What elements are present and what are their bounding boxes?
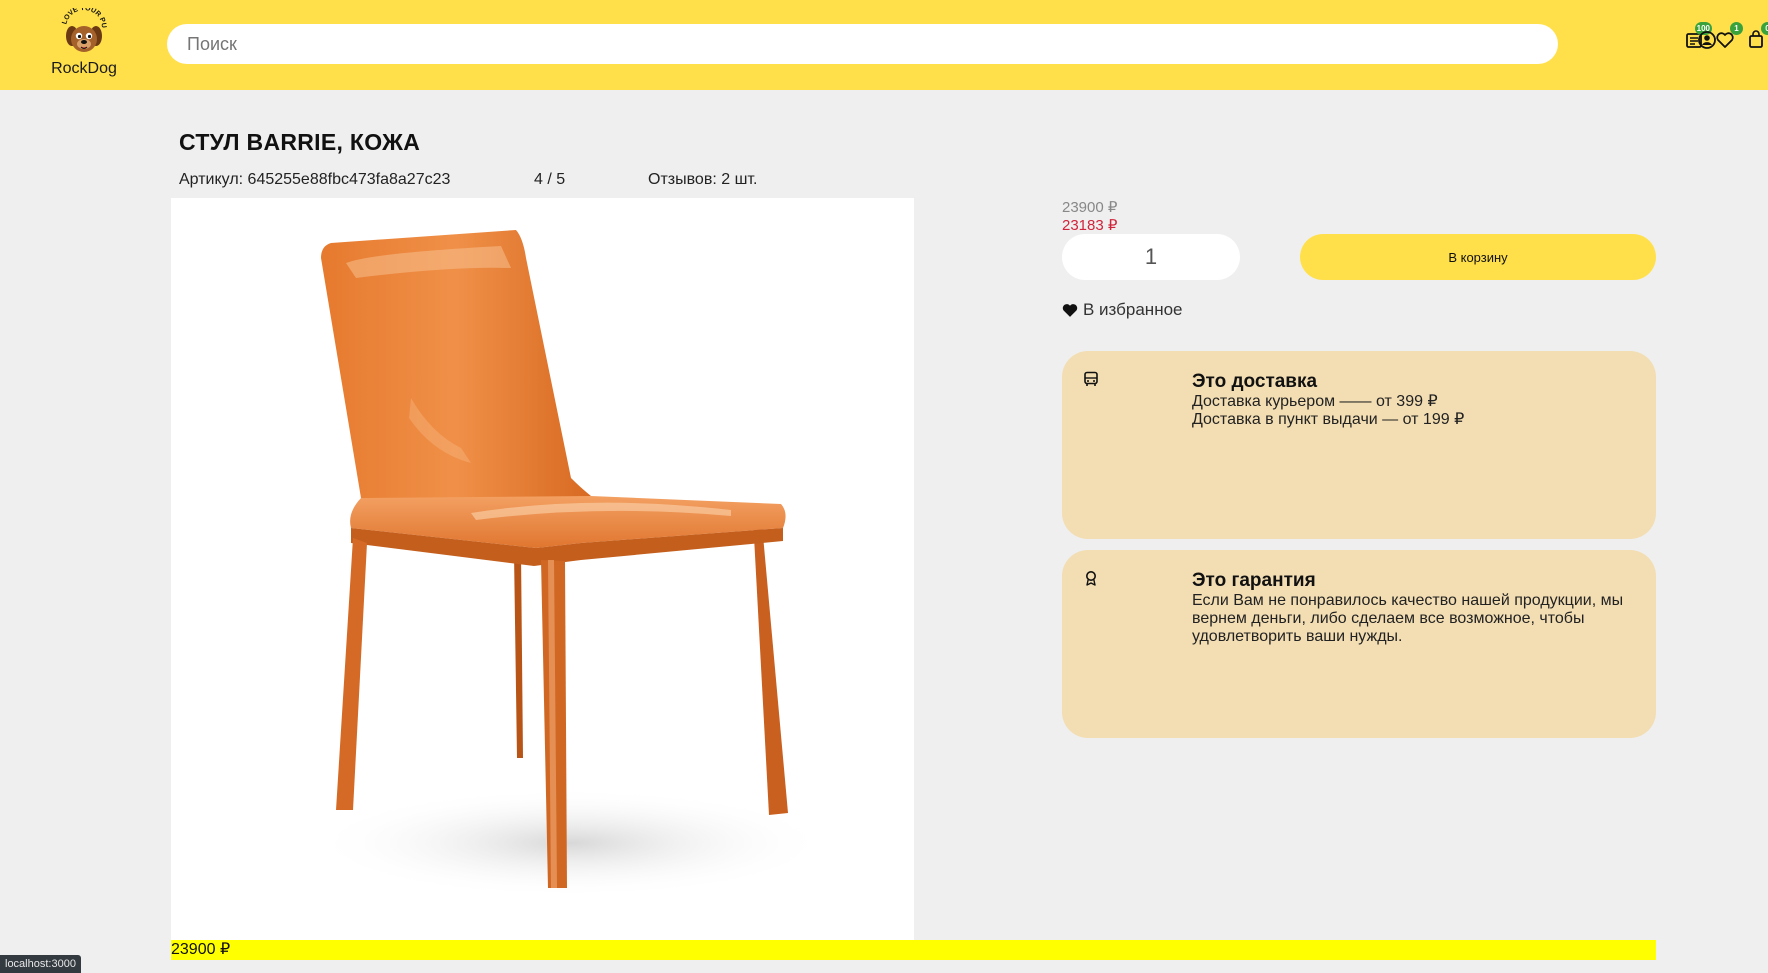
delivery-pickup: Доставка в пункт выдачи — от 199 ₽ <box>1192 411 1465 428</box>
guarantee-card: Это гарантия Если Вам не понравилось кач… <box>1062 550 1656 738</box>
header: LOVE YOUR PUP RockDog 100 1 0 <box>0 0 1768 90</box>
guarantee-title: Это гарантия <box>1192 570 1316 591</box>
heart-filled-icon <box>1062 303 1078 317</box>
product-image <box>171 198 914 940</box>
svg-text:LOVE YOUR PUP: LOVE YOUR PUP <box>58 8 107 28</box>
delivery-courier: Доставка курьером —— от 399 ₽ <box>1192 393 1438 410</box>
sale-price: 23183 ₽ <box>1062 217 1118 234</box>
search-input[interactable] <box>167 24 1558 64</box>
cart-badge: 0 <box>1761 22 1768 35</box>
guarantee-line-1: Если Вам не понравилось качество нашей п… <box>1192 592 1624 609</box>
logo-text: RockDog <box>51 60 117 77</box>
dog-logo-icon: LOVE YOUR PUP <box>58 8 107 52</box>
cart-icon[interactable]: 0 <box>1746 22 1768 52</box>
favorites-label: В избранное <box>1083 300 1183 319</box>
delivery-title: Это доставка <box>1192 371 1318 392</box>
add-to-cart-button[interactable]: В корзину <box>1300 234 1656 280</box>
old-price: 23900 ₽ <box>1062 199 1118 216</box>
add-to-favorites-button[interactable]: В избранное <box>1062 300 1183 320</box>
guarantee-line-2: вернем деньги, либо сделаем все возможно… <box>1192 610 1585 627</box>
delivery-card: Это доставка Доставка курьером —— от 399… <box>1062 351 1656 539</box>
product-reviews[interactable]: Отзывов: 2 шт. <box>648 171 757 189</box>
heart-badge: 1 <box>1730 22 1743 35</box>
award-icon <box>1086 571 1096 586</box>
user-icon[interactable] <box>1697 30 1719 52</box>
price-bar: 23900 ₽ <box>171 940 1656 960</box>
bus-icon <box>1084 371 1098 386</box>
product-rating: 4 / 5 <box>534 171 566 188</box>
status-bar: localhost:3000 <box>0 955 81 973</box>
quantity-input[interactable] <box>1062 234 1240 280</box>
guarantee-line-3: удовлетворить ваши нужды. <box>1192 628 1403 645</box>
logo[interactable]: LOVE YOUR PUP RockDog <box>44 8 124 82</box>
product-sku: Артикул: 645255e88fbc473fa8a27c23 <box>179 171 451 188</box>
product-title: СТУЛ BARRIE, КОЖА <box>179 129 421 155</box>
